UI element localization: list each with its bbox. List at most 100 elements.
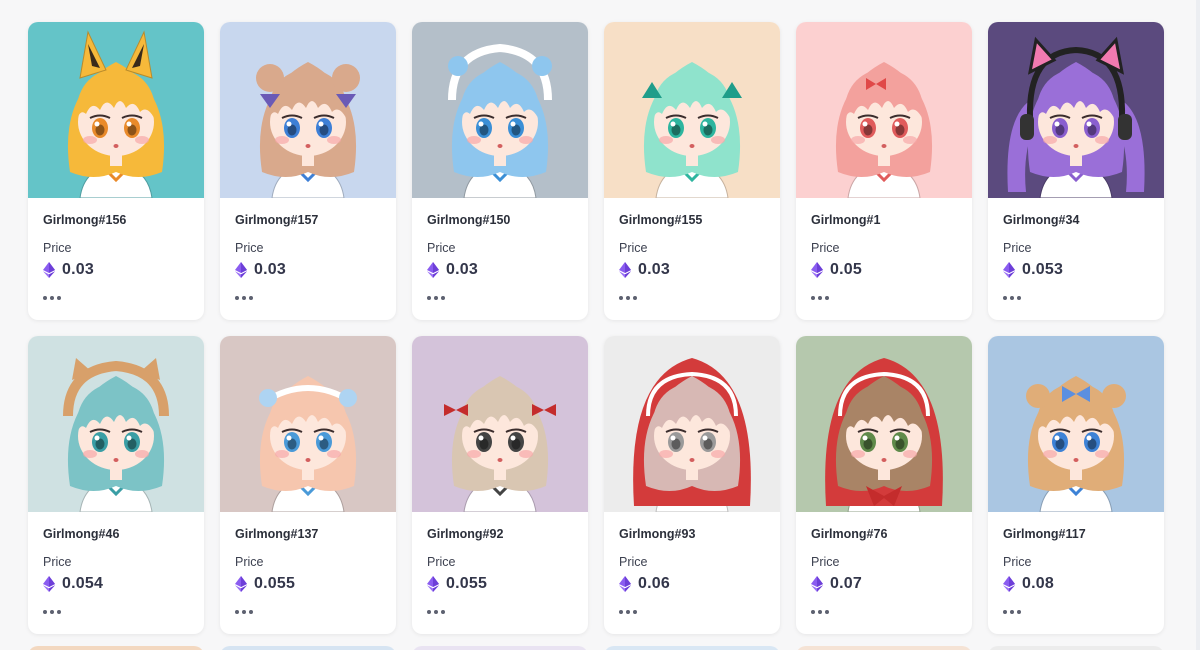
- partial-card[interactable]: [412, 646, 588, 650]
- more-options-button[interactable]: [1003, 607, 1025, 617]
- card-info: Girlmong#150 Price 0.03: [412, 198, 588, 303]
- more-options-button[interactable]: [619, 607, 641, 617]
- partial-card[interactable]: [796, 646, 972, 650]
- nft-name[interactable]: Girlmong#117: [1003, 525, 1149, 543]
- nft-avatar-image[interactable]: [412, 336, 588, 512]
- nft-name[interactable]: Girlmong#137: [235, 525, 381, 543]
- dot-icon: [249, 296, 253, 300]
- nft-card[interactable]: Girlmong#156 Price 0.03: [28, 22, 204, 320]
- partial-card[interactable]: [988, 646, 1164, 650]
- nft-avatar-image[interactable]: [796, 22, 972, 198]
- price-label: Price: [1003, 555, 1032, 569]
- dot-icon: [235, 610, 239, 614]
- price-row: 0.055: [427, 573, 573, 595]
- partial-card[interactable]: [220, 646, 396, 650]
- card-info: Girlmong#1 Price 0.05: [796, 198, 972, 303]
- dot-icon: [811, 610, 815, 614]
- dot-icon: [825, 610, 829, 614]
- more-options-button[interactable]: [235, 607, 257, 617]
- price-row: 0.03: [427, 259, 573, 281]
- nft-name[interactable]: Girlmong#92: [427, 525, 573, 543]
- nft-name[interactable]: Girlmong#150: [427, 211, 573, 229]
- nft-card[interactable]: Girlmong#155 Price 0.03: [604, 22, 780, 320]
- nft-avatar-image[interactable]: [28, 336, 204, 512]
- nft-card[interactable]: Girlmong#46 Price 0.054: [28, 336, 204, 634]
- more-options-button[interactable]: [43, 293, 65, 303]
- scrollbar[interactable]: [1196, 0, 1200, 650]
- more-options-button[interactable]: [811, 293, 833, 303]
- card-info: Girlmong#157 Price 0.03: [220, 198, 396, 303]
- more-options-button[interactable]: [427, 607, 449, 617]
- nft-name[interactable]: Girlmong#76: [811, 525, 957, 543]
- nft-card[interactable]: Girlmong#157 Price 0.03: [220, 22, 396, 320]
- nft-price: 0.06: [638, 575, 670, 592]
- nft-name[interactable]: Girlmong#46: [43, 525, 189, 543]
- card-info: Girlmong#92 Price 0.055: [412, 512, 588, 617]
- nft-card[interactable]: Girlmong#92 Price 0.055: [412, 336, 588, 634]
- nft-avatar-image[interactable]: [796, 336, 972, 512]
- partial-card[interactable]: [604, 646, 780, 650]
- more-options-button[interactable]: [235, 293, 257, 303]
- dot-icon: [811, 296, 815, 300]
- more-options-button[interactable]: [619, 293, 641, 303]
- nft-card[interactable]: Girlmong#117 Price 0.08: [988, 336, 1164, 634]
- ethereum-icon: [1003, 262, 1015, 278]
- nft-name[interactable]: Girlmong#156: [43, 211, 189, 229]
- dot-icon: [825, 296, 829, 300]
- nft-name[interactable]: Girlmong#93: [619, 525, 765, 543]
- card-info: Girlmong#76 Price 0.07: [796, 512, 972, 617]
- dot-icon: [633, 296, 637, 300]
- dot-icon: [633, 610, 637, 614]
- ethereum-icon: [427, 262, 439, 278]
- ethereum-icon: [427, 576, 439, 592]
- more-options-button[interactable]: [427, 293, 449, 303]
- nft-avatar-image[interactable]: [412, 22, 588, 198]
- partial-card[interactable]: [28, 646, 204, 650]
- more-options-button[interactable]: [1003, 293, 1025, 303]
- nft-avatar-image[interactable]: [28, 22, 204, 198]
- nft-avatar-image[interactable]: [220, 336, 396, 512]
- dot-icon: [818, 296, 822, 300]
- nft-avatar-image[interactable]: [604, 22, 780, 198]
- nft-name[interactable]: Girlmong#1: [811, 211, 957, 229]
- ethereum-icon: [619, 576, 631, 592]
- price-label: Price: [43, 241, 72, 255]
- dot-icon: [1003, 296, 1007, 300]
- marketplace-page: Girlmong#156 Price 0.03 Girlmong#157 Price 0.…: [0, 0, 1200, 650]
- nft-avatar-image[interactable]: [988, 336, 1164, 512]
- nft-price: 0.03: [62, 261, 94, 278]
- ethereum-icon: [619, 262, 631, 278]
- price-row: 0.055: [235, 573, 381, 595]
- nft-name[interactable]: Girlmong#34: [1003, 211, 1149, 229]
- dot-icon: [626, 610, 630, 614]
- card-info: Girlmong#93 Price 0.06: [604, 512, 780, 617]
- nft-card[interactable]: Girlmong#76 Price 0.07: [796, 336, 972, 634]
- nft-price: 0.05: [830, 261, 862, 278]
- nft-name[interactable]: Girlmong#155: [619, 211, 765, 229]
- price-label: Price: [235, 555, 264, 569]
- price-label: Price: [1003, 241, 1032, 255]
- nft-name[interactable]: Girlmong#157: [235, 211, 381, 229]
- price-label: Price: [427, 241, 456, 255]
- nft-card[interactable]: Girlmong#93 Price 0.06: [604, 336, 780, 634]
- nft-avatar-image[interactable]: [604, 336, 780, 512]
- ethereum-icon: [811, 576, 823, 592]
- price-row: 0.03: [619, 259, 765, 281]
- price-label: Price: [811, 241, 840, 255]
- nft-card[interactable]: Girlmong#137 Price 0.055: [220, 336, 396, 634]
- card-info: Girlmong#46 Price 0.054: [28, 512, 204, 617]
- price-row: 0.03: [235, 259, 381, 281]
- card-info: Girlmong#34 Price 0.053: [988, 198, 1164, 303]
- nft-avatar-image[interactable]: [220, 22, 396, 198]
- nft-card[interactable]: Girlmong#1 Price 0.05: [796, 22, 972, 320]
- card-info: Girlmong#137 Price 0.055: [220, 512, 396, 617]
- nft-avatar-image[interactable]: [988, 22, 1164, 198]
- dot-icon: [43, 296, 47, 300]
- dot-icon: [43, 610, 47, 614]
- more-options-button[interactable]: [811, 607, 833, 617]
- dot-icon: [434, 610, 438, 614]
- dot-icon: [619, 610, 623, 614]
- more-options-button[interactable]: [43, 607, 65, 617]
- nft-card[interactable]: Girlmong#34 Price 0.053: [988, 22, 1164, 320]
- nft-card[interactable]: Girlmong#150 Price 0.03: [412, 22, 588, 320]
